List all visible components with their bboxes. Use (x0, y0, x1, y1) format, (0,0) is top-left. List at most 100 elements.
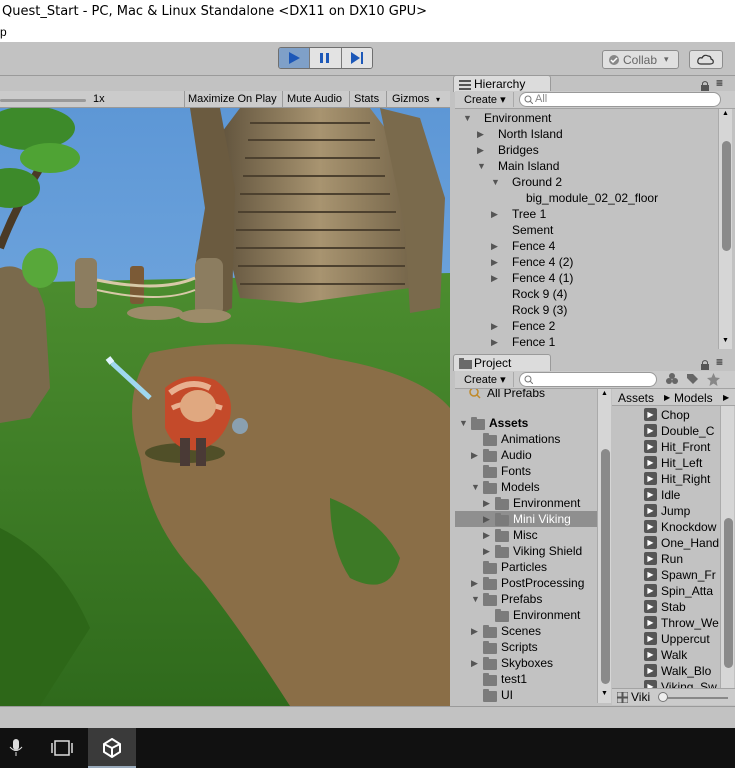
project-folder-item[interactable]: Animations (455, 431, 597, 447)
hierarchy-item[interactable]: Rock 9 (3) (455, 302, 718, 318)
expand-arrow-open-icon[interactable]: ▼ (471, 479, 480, 495)
hierarchy-item[interactable]: ▼ Main Island (455, 158, 718, 174)
project-folder-item[interactable]: Scripts (455, 639, 597, 655)
pause-button[interactable] (310, 48, 342, 68)
hierarchy-item[interactable]: ▶ Bridges (455, 142, 718, 158)
game-viewport[interactable] (0, 108, 450, 706)
hierarchy-create-button[interactable]: Create ▾ (459, 92, 514, 107)
project-folder-item[interactable]: ▶ PostProcessing (455, 575, 597, 591)
expand-arrow-closed-icon[interactable]: ▶ (471, 655, 478, 671)
task-view-icon[interactable] (51, 740, 73, 756)
project-folder-item[interactable]: ▶ Audio (455, 447, 597, 463)
project-folder-item[interactable]: ▼ Models (455, 479, 597, 495)
taskbar-unity-app[interactable] (88, 728, 136, 768)
animation-clip-item[interactable]: ▶ Uppercut (612, 631, 720, 647)
animation-clip-item[interactable]: ▶ Hit_Right (612, 471, 720, 487)
project-folder-item[interactable]: ▶ Skyboxes (455, 655, 597, 671)
expand-arrow-open-icon[interactable]: ▼ (459, 415, 468, 431)
tab-hierarchy[interactable]: Hierarchy (453, 75, 551, 92)
hierarchy-item[interactable]: Rock 9 (4) (455, 286, 718, 302)
mute-audio-toggle[interactable]: Mute Audio (287, 93, 342, 105)
animation-clip-item[interactable]: ▶ Viking_Sw (612, 679, 720, 688)
expand-arrow-closed-icon[interactable]: ▶ (477, 126, 484, 142)
project-folder-item[interactable]: ▶ Misc (455, 527, 597, 543)
icon-size-slider[interactable] (662, 697, 728, 699)
scroll-thumb[interactable] (722, 141, 731, 251)
tab-project[interactable]: Project (453, 354, 551, 371)
filter-by-label-icon[interactable] (686, 373, 699, 386)
expand-arrow-closed-icon[interactable]: ▶ (471, 623, 478, 639)
slider-knob[interactable] (658, 692, 668, 702)
animation-clip-item[interactable]: ▶ One_Hand (612, 535, 720, 551)
project-folder-item[interactable]: ▶ Mini Viking (455, 511, 597, 527)
hierarchy-item[interactable]: ▶ Fence 4 (2) (455, 254, 718, 270)
project-folder-item[interactable]: ▼ Prefabs (455, 591, 597, 607)
scroll-up-icon[interactable]: ▲ (601, 390, 608, 397)
filter-by-type-icon[interactable] (665, 373, 679, 386)
animation-clip-item[interactable]: ▶ Throw_We (612, 615, 720, 631)
animation-clip-item[interactable]: ▶ Hit_Front (612, 439, 720, 455)
collab-button[interactable]: Collab ▾ (602, 50, 679, 69)
expand-arrow-closed-icon[interactable]: ▶ (483, 527, 490, 543)
expand-arrow-closed-icon[interactable]: ▶ (471, 575, 478, 591)
animation-clip-item[interactable]: ▶ Double_C (612, 423, 720, 439)
hierarchy-search-input[interactable]: All (519, 92, 721, 107)
project-files-scrollbar[interactable] (720, 406, 734, 688)
hierarchy-item[interactable]: ▶ Fence 2 (455, 318, 718, 334)
expand-arrow-closed-icon[interactable]: ▶ (491, 206, 498, 222)
hierarchy-item[interactable]: ▶ Fence 4 (1) (455, 270, 718, 286)
expand-arrow-closed-icon[interactable]: ▶ (483, 511, 490, 527)
project-folder-item[interactable]: test1 (455, 671, 597, 687)
project-folder-item[interactable]: UI (455, 687, 597, 703)
hierarchy-item[interactable]: ▼ Ground 2 (455, 174, 718, 190)
lock-icon[interactable] (700, 359, 710, 370)
animation-clip-item[interactable]: ▶ Knockdow (612, 519, 720, 535)
maximize-on-play-toggle[interactable]: Maximize On Play (188, 93, 277, 105)
hierarchy-item[interactable]: ▶ Tree 1 (455, 206, 718, 222)
project-search-input[interactable] (519, 372, 657, 387)
animation-clip-item[interactable]: ▶ Stab (612, 599, 720, 615)
expand-arrow-closed-icon[interactable]: ▶ (483, 495, 490, 511)
expand-arrow-open-icon[interactable]: ▼ (491, 174, 500, 190)
animation-clip-item[interactable]: ▶ Walk_Blo (612, 663, 720, 679)
panel-menu-icon[interactable]: ≡ (716, 76, 723, 90)
breadcrumb-assets[interactable]: Assets (618, 391, 654, 405)
animation-clip-item[interactable]: ▶ Walk (612, 647, 720, 663)
stats-toggle[interactable]: Stats (354, 93, 379, 105)
animation-clip-item[interactable]: ▶ Run (612, 551, 720, 567)
project-folder-item[interactable]: ▶ Viking Shield (455, 543, 597, 559)
project-tree-scrollbar[interactable]: ▲ ▼ (597, 389, 611, 703)
animation-clip-item[interactable]: ▶ Idle (612, 487, 720, 503)
expand-arrow-closed-icon[interactable]: ▶ (471, 447, 478, 463)
chevron-down-icon[interactable]: ▾ (436, 95, 440, 104)
hierarchy-item[interactable]: ▶ Fence 1 (455, 334, 718, 349)
scroll-up-icon[interactable]: ▲ (722, 110, 729, 117)
breadcrumb-models[interactable]: Models (674, 391, 713, 405)
project-folder-item[interactable]: Particles (455, 559, 597, 575)
step-button[interactable] (341, 48, 372, 68)
project-folder-item[interactable]: Fonts (455, 463, 597, 479)
scroll-down-icon[interactable]: ▼ (601, 690, 608, 697)
expand-arrow-open-icon[interactable]: ▼ (477, 158, 486, 174)
expand-arrow-closed-icon[interactable]: ▶ (483, 543, 490, 559)
gizmos-dropdown[interactable]: Gizmos (392, 93, 429, 105)
expand-arrow-closed-icon[interactable]: ▶ (491, 238, 498, 254)
expand-arrow-closed-icon[interactable]: ▶ (491, 318, 498, 334)
hierarchy-scrollbar[interactable]: ▲ ▼ (718, 109, 732, 349)
project-folder-item[interactable]: ▼ Assets (455, 415, 597, 431)
hierarchy-item[interactable]: ▶ North Island (455, 126, 718, 142)
star-icon[interactable] (707, 373, 720, 386)
lock-icon[interactable] (700, 80, 710, 91)
project-create-button[interactable]: Create ▾ (459, 372, 514, 387)
animation-clip-item[interactable]: ▶ Hit_Left (612, 455, 720, 471)
project-folder-item[interactable]: Environment (455, 607, 597, 623)
animation-clip-item[interactable]: ▶ Spawn_Fr (612, 567, 720, 583)
animation-clip-item[interactable]: ▶ Jump (612, 503, 720, 519)
hierarchy-item[interactable]: Sement (455, 222, 718, 238)
expand-arrow-open-icon[interactable]: ▼ (463, 110, 472, 126)
hierarchy-item[interactable]: big_module_02_02_floor (455, 190, 718, 206)
scroll-down-icon[interactable]: ▼ (722, 337, 729, 344)
microphone-icon[interactable] (9, 738, 23, 758)
expand-arrow-closed-icon[interactable]: ▶ (491, 254, 498, 270)
animation-clip-item[interactable]: ▶ Chop (612, 407, 720, 423)
